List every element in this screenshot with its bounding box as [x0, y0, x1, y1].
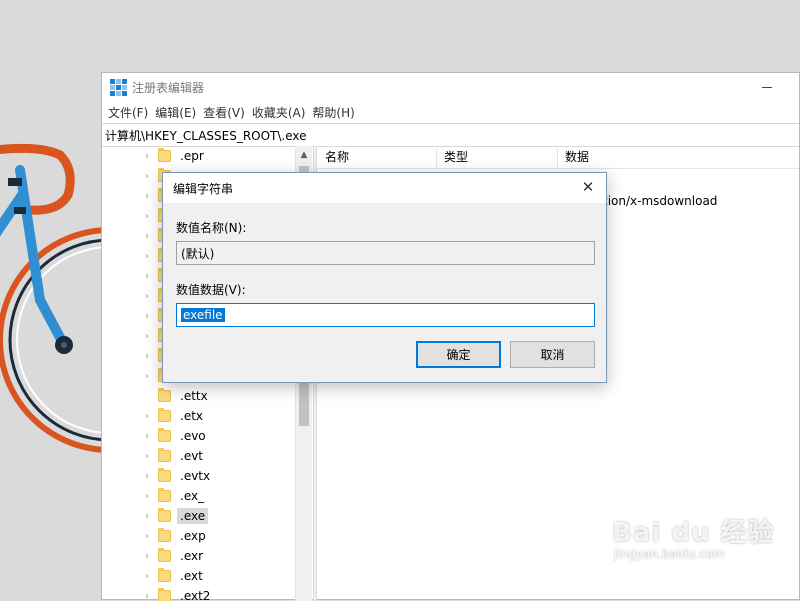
- value-data-cell[interactable]: tion/x-msdownload: [603, 194, 717, 208]
- menu-favorites[interactable]: 收藏夹(A): [252, 104, 313, 121]
- tree-item[interactable]: ›.exr: [102, 546, 313, 566]
- column-data[interactable]: 数据: [558, 146, 708, 168]
- expand-icon[interactable]: ›: [142, 371, 152, 382]
- expand-icon[interactable]: ›: [142, 431, 152, 442]
- scroll-up-arrow-icon[interactable]: ▲: [296, 146, 312, 163]
- expand-icon[interactable]: ›: [142, 171, 152, 182]
- tree-item-selected[interactable]: ›.exe: [102, 506, 313, 526]
- expand-icon[interactable]: ›: [142, 231, 152, 242]
- baidu-jingyan-watermark: Bai du 经验 jingyan.baidu.com: [612, 512, 775, 561]
- folder-icon: [158, 470, 171, 482]
- tree-item[interactable]: ›.evo: [102, 426, 313, 446]
- tree-item[interactable]: ›.evtx: [102, 466, 313, 486]
- cancel-button[interactable]: 取消: [510, 341, 595, 368]
- dialog-title: 编辑字符串: [173, 180, 233, 197]
- folder-icon: [158, 490, 171, 502]
- value-name-label: 数值名称(N):: [176, 219, 246, 236]
- expand-icon[interactable]: ›: [142, 331, 152, 342]
- value-data-text: exefile: [181, 308, 225, 322]
- menu-file[interactable]: 文件(F): [108, 104, 155, 121]
- bicycle-illustration: [0, 0, 110, 460]
- watermark-logo: Bai du 经验: [612, 512, 775, 549]
- edit-string-dialog: 编辑字符串 ✕ 数值名称(N): (默认) 数值数据(V): exefile 确…: [162, 172, 607, 383]
- address-bar[interactable]: 计算机\HKEY_CLASSES_ROOT\.exe: [102, 123, 799, 147]
- dialog-body: 数值名称(N): (默认) 数值数据(V): exefile 确定 取消: [163, 203, 606, 382]
- expand-icon[interactable]: ›: [142, 491, 152, 502]
- expand-icon[interactable]: ›: [142, 471, 152, 482]
- tree-item[interactable]: .ettx: [102, 386, 313, 406]
- folder-icon: [158, 150, 171, 162]
- minimize-icon: [762, 87, 772, 88]
- expand-icon[interactable]: ›: [142, 151, 152, 162]
- expand-icon[interactable]: ›: [142, 191, 152, 202]
- ok-button[interactable]: 确定: [416, 341, 501, 368]
- column-type[interactable]: 类型: [437, 146, 558, 168]
- tree-item[interactable]: ›.ex_: [102, 486, 313, 506]
- menu-edit[interactable]: 编辑(E): [155, 104, 203, 121]
- expand-icon[interactable]: ›: [142, 271, 152, 282]
- folder-icon: [158, 390, 171, 402]
- menu-bar: 文件(F) 编辑(E) 查看(V) 收藏夹(A) 帮助(H): [102, 101, 799, 123]
- folder-icon: [158, 410, 171, 422]
- expand-icon[interactable]: ›: [142, 451, 152, 462]
- watermark-url: jingyan.baidu.com: [612, 547, 775, 561]
- value-data-label: 数值数据(V):: [176, 281, 246, 298]
- address-path: 计算机\HKEY_CLASSES_ROOT\.exe: [105, 127, 307, 144]
- folder-icon: [158, 430, 171, 442]
- tree-item[interactable]: ›.exp: [102, 526, 313, 546]
- tree-item[interactable]: ›.etx: [102, 406, 313, 426]
- expand-icon[interactable]: ›: [142, 311, 152, 322]
- expand-icon[interactable]: ›: [142, 351, 152, 362]
- tree-item[interactable]: ›.epr: [102, 146, 313, 166]
- tree-item[interactable]: ›.ext2: [102, 586, 313, 601]
- expand-icon[interactable]: ›: [142, 511, 152, 522]
- folder-icon: [158, 510, 171, 522]
- expand-icon[interactable]: ›: [142, 251, 152, 262]
- expand-icon[interactable]: ›: [142, 591, 152, 601]
- folder-icon: [158, 570, 171, 582]
- tree-item[interactable]: ›.evt: [102, 446, 313, 466]
- title-bar[interactable]: 注册表编辑器: [102, 73, 799, 101]
- folder-icon: [158, 450, 171, 462]
- dialog-title-bar[interactable]: 编辑字符串 ✕: [163, 173, 606, 203]
- expand-icon[interactable]: ›: [142, 531, 152, 542]
- expand-icon[interactable]: ›: [142, 571, 152, 582]
- value-name-field: (默认): [176, 241, 595, 265]
- expand-icon[interactable]: ›: [142, 411, 152, 422]
- expand-icon[interactable]: ›: [142, 291, 152, 302]
- registry-editor-icon: [110, 79, 126, 95]
- expand-icon[interactable]: ›: [142, 211, 152, 222]
- menu-view[interactable]: 查看(V): [203, 104, 252, 121]
- value-data-input[interactable]: exefile: [176, 303, 595, 327]
- column-name[interactable]: 名称: [318, 146, 437, 168]
- tree-item[interactable]: ›.ext: [102, 566, 313, 586]
- menu-help[interactable]: 帮助(H): [312, 104, 361, 121]
- minimize-button[interactable]: [753, 77, 781, 97]
- close-icon[interactable]: ✕: [580, 179, 596, 195]
- folder-icon: [158, 530, 171, 542]
- folder-icon: [158, 550, 171, 562]
- folder-icon: [158, 590, 171, 601]
- list-header: 名称 类型 数据: [318, 146, 799, 169]
- expand-icon[interactable]: ›: [142, 551, 152, 562]
- window-title: 注册表编辑器: [132, 79, 204, 96]
